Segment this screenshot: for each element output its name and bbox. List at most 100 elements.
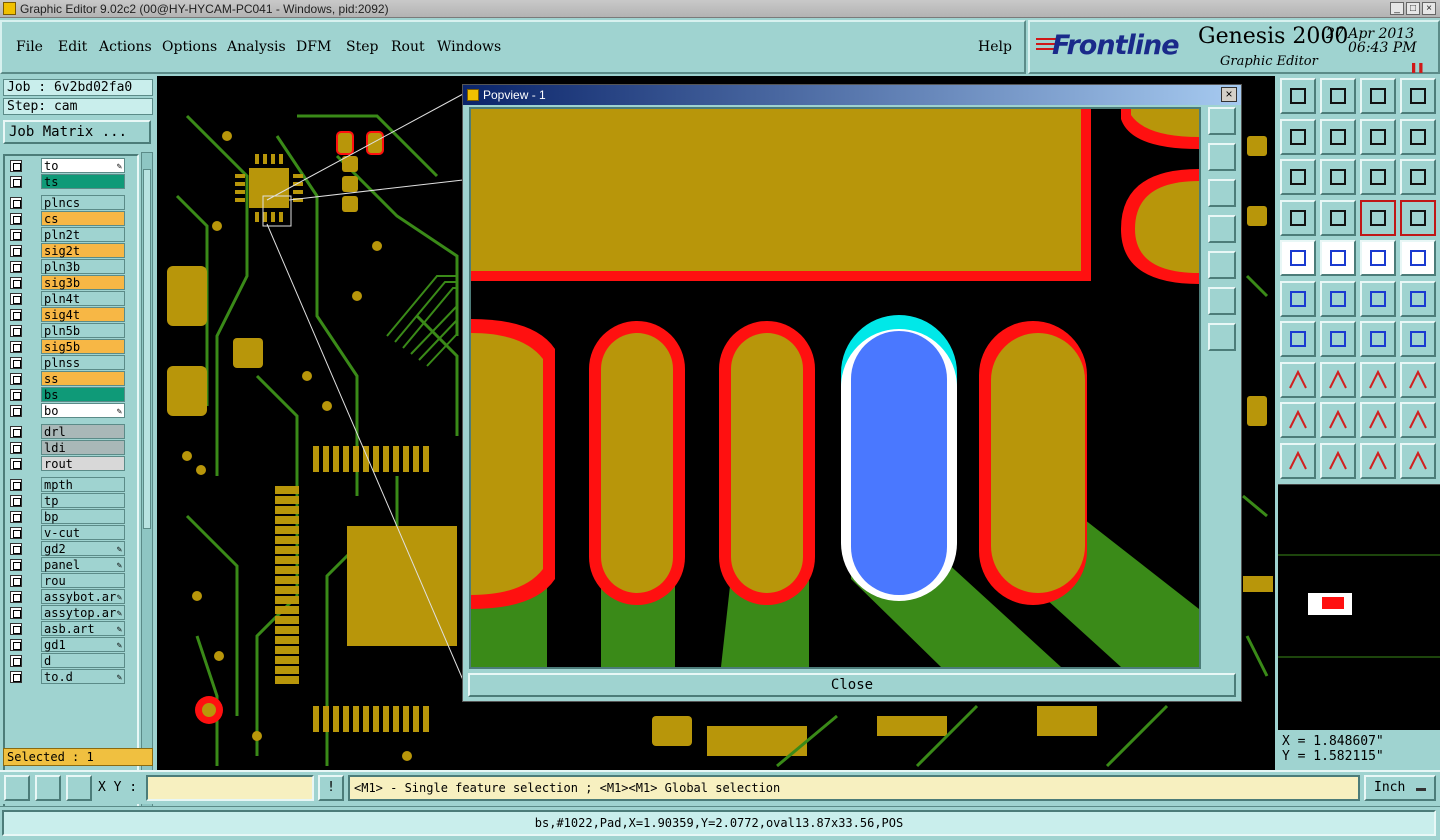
layer-name[interactable]: gd1 ✎	[41, 637, 125, 652]
layer-checkbox[interactable]	[10, 245, 22, 257]
layer-row-ts[interactable]: ts	[7, 174, 137, 190]
layer-checkbox[interactable]	[10, 655, 22, 667]
maximize-icon[interactable]: □	[1406, 2, 1420, 15]
route-icon[interactable]	[1400, 442, 1436, 479]
popview-titlebar[interactable]: Popview - 1 ×	[463, 85, 1241, 105]
xy-input[interactable]	[146, 775, 314, 801]
layer-checkbox[interactable]	[10, 458, 22, 470]
layer-name[interactable]: rou	[41, 573, 125, 588]
layer-checkbox[interactable]	[10, 357, 22, 369]
move-left-icon[interactable]	[1280, 118, 1316, 155]
layer-name[interactable]: ss	[41, 371, 125, 386]
minimize-icon[interactable]: _	[1390, 2, 1404, 15]
layer-name[interactable]: assytop.ar ✎	[41, 605, 125, 620]
layer-name[interactable]: v-cut	[41, 525, 125, 540]
layer-row-gd2[interactable]: gd2 ✎	[7, 541, 137, 557]
popview-pan-down-icon[interactable]	[1208, 179, 1236, 207]
scale-1to2-icon[interactable]	[1360, 159, 1396, 195]
layer-row-cs[interactable]: cs	[7, 211, 137, 227]
layer-row-pln5b[interactable]: pln5b	[7, 323, 137, 339]
layer-row-v-cut[interactable]: v-cut	[7, 525, 137, 541]
grid-snap-icon[interactable]	[66, 775, 92, 801]
layer-row-rou[interactable]: rou	[7, 573, 137, 589]
overview-panel[interactable]	[1278, 484, 1440, 730]
layer-row-to[interactable]: to ✎	[7, 158, 137, 174]
zoom-center-icon[interactable]	[1320, 159, 1356, 195]
layer-name[interactable]: panel ✎	[41, 557, 125, 572]
layer-row-sig5b[interactable]: sig5b	[7, 339, 137, 355]
grid-icon[interactable]	[1320, 199, 1356, 236]
select-box-icon[interactable]	[1320, 442, 1356, 479]
layer-row-bo[interactable]: bo ✎	[7, 403, 137, 419]
unit-select[interactable]: Inch	[1364, 775, 1436, 801]
layer-row-to.d[interactable]: to.d ✎	[7, 669, 137, 685]
menu-options[interactable]: Options	[162, 39, 217, 55]
layer-checkbox[interactable]	[10, 591, 22, 603]
menu-analysis[interactable]: Analysis	[227, 39, 286, 55]
layer-row-mpth[interactable]: mpth	[7, 477, 137, 493]
layer-name[interactable]: cs	[41, 211, 125, 226]
slope-icon[interactable]	[1320, 321, 1356, 357]
layer-row-bs[interactable]: bs	[7, 387, 137, 403]
popview-zoom-out-icon[interactable]	[1208, 323, 1236, 351]
layer-name[interactable]: rout	[41, 456, 125, 471]
layer-row-tp[interactable]: tp	[7, 493, 137, 509]
select-arrow-icon[interactable]	[1360, 442, 1396, 479]
redraw-icon[interactable]	[1400, 118, 1436, 155]
window-split-icon[interactable]	[1400, 78, 1436, 114]
close-window-icon[interactable]: ×	[1422, 2, 1436, 15]
add-line-icon[interactable]	[1360, 280, 1396, 317]
arch-cut-icon[interactable]	[1400, 402, 1436, 438]
layer-checkbox[interactable]	[10, 527, 22, 539]
alert-icon[interactable]: !	[318, 775, 344, 801]
layer-name[interactable]: gd2 ✎	[41, 541, 125, 556]
layer-name[interactable]: bo ✎	[41, 403, 125, 418]
popview-board-detail[interactable]	[471, 109, 1199, 667]
job-matrix-button[interactable]: Job Matrix ...	[3, 120, 151, 144]
cross-icon[interactable]	[1320, 280, 1356, 317]
tools-icon[interactable]	[1280, 199, 1316, 236]
layer-name[interactable]: asb.art ✎	[41, 621, 125, 636]
layers-red-icon[interactable]	[1360, 199, 1396, 236]
move-right-icon[interactable]	[1320, 118, 1356, 155]
layer-name[interactable]: ldi	[41, 440, 125, 455]
zoom-fit-icon[interactable]	[1280, 159, 1316, 195]
layer-name[interactable]: bp	[41, 509, 125, 524]
layer-checkbox[interactable]	[10, 176, 22, 188]
layer-row-sig3b[interactable]: sig3b	[7, 275, 137, 291]
layer-name[interactable]: plncs	[41, 195, 125, 210]
layer-checkbox[interactable]	[10, 309, 22, 321]
layer-name[interactable]: d	[41, 653, 125, 668]
menu-file[interactable]: File	[16, 39, 43, 55]
menu-rout[interactable]: Rout	[391, 39, 425, 55]
layer-row-gd1[interactable]: gd1 ✎	[7, 637, 137, 653]
cluster-icon[interactable]	[1400, 361, 1436, 398]
flip-icon[interactable]	[1400, 321, 1436, 357]
layer-name[interactable]: plnss	[41, 355, 125, 370]
layer-name[interactable]: pln3b	[41, 259, 125, 274]
layer-checkbox[interactable]	[10, 607, 22, 619]
popview-zoom-in-icon[interactable]	[1208, 287, 1236, 315]
layer-row-plnss[interactable]: plnss	[7, 355, 137, 371]
measure-icon[interactable]	[35, 775, 61, 801]
popview-pan-right-icon[interactable]	[1208, 251, 1236, 279]
layer-name[interactable]: drl	[41, 424, 125, 439]
layer-checkbox[interactable]	[10, 213, 22, 225]
arch-icon[interactable]	[1360, 402, 1396, 438]
layer-row-sig4t[interactable]: sig4t	[7, 307, 137, 323]
layer-checkbox[interactable]	[10, 389, 22, 401]
layer-checkbox[interactable]	[10, 261, 22, 273]
layer-row-pln4t[interactable]: pln4t	[7, 291, 137, 307]
layer-checkbox[interactable]	[10, 575, 22, 587]
resize-icon[interactable]	[1360, 361, 1396, 398]
layer-name[interactable]: to ✎	[41, 158, 125, 173]
overview-map[interactable]	[1278, 485, 1440, 731]
layer-row-pln3b[interactable]: pln3b	[7, 259, 137, 275]
layer-name[interactable]: sig2t	[41, 243, 125, 258]
layer-checkbox[interactable]	[10, 442, 22, 454]
layer-checkbox[interactable]	[10, 639, 22, 651]
layer-checkbox[interactable]	[10, 341, 22, 353]
menu-dfm[interactable]: DFM	[296, 39, 331, 55]
menu-step[interactable]: Step	[346, 39, 378, 55]
layer-row-asb.art[interactable]: asb.art ✎	[7, 621, 137, 637]
